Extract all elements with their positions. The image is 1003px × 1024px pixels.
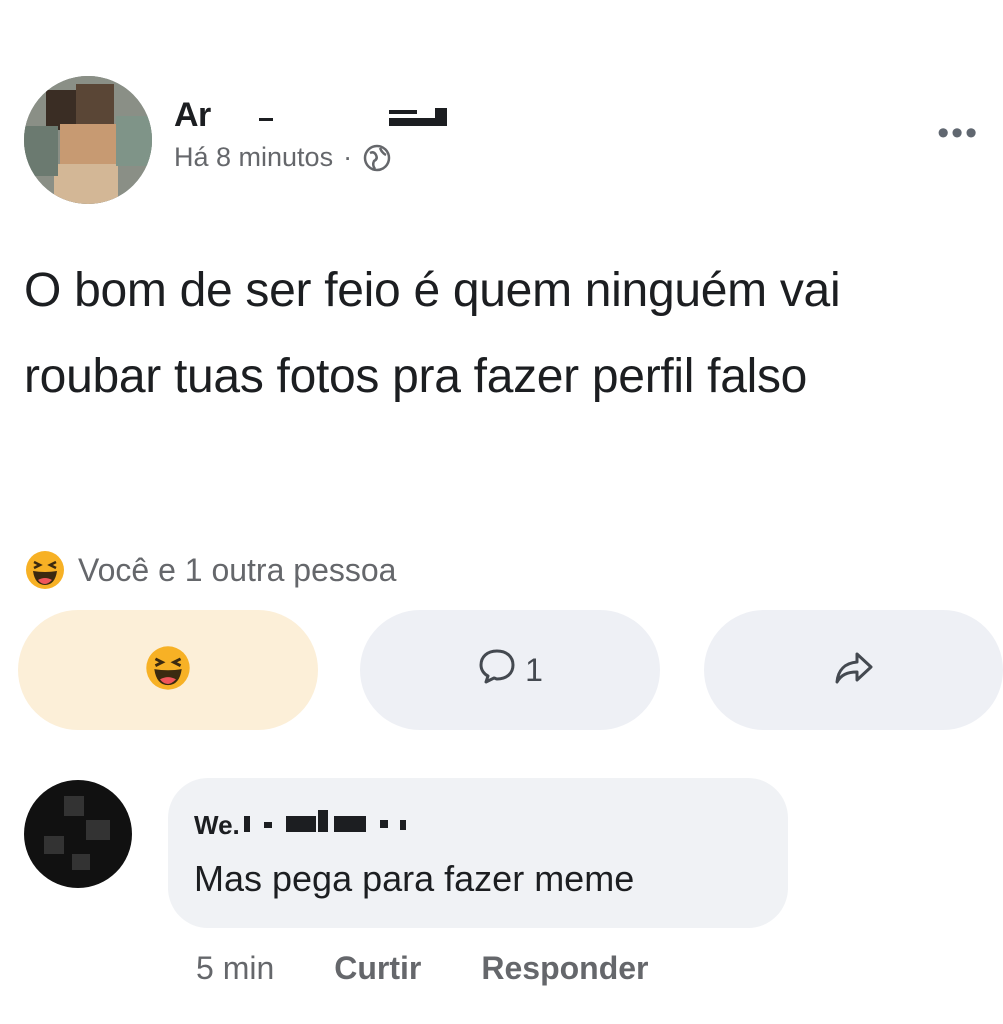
- author-name-redacted: [239, 106, 469, 136]
- commenter-name-redacted: [244, 810, 464, 836]
- share-arrow-icon: [833, 648, 875, 693]
- reaction-summary[interactable]: Você e 1 outra pessoa: [24, 546, 396, 594]
- share-button[interactable]: [704, 610, 1003, 730]
- post-action-bar: 1: [18, 610, 1003, 730]
- comment-bubble: We. Mas pega para fazer meme: [168, 778, 788, 928]
- post-text: O bom de ser feio é quem ninguém vai rou…: [24, 264, 841, 403]
- meta-separator: ·: [343, 142, 353, 172]
- comment-text: Mas pega para fazer meme: [194, 858, 635, 899]
- react-button[interactable]: [18, 610, 318, 730]
- haha-emoji-icon: [24, 549, 66, 591]
- commenter-name[interactable]: We.: [194, 810, 240, 841]
- comment-reply-link[interactable]: Responder: [481, 950, 648, 987]
- post-timestamp[interactable]: Há 8 minutos: [174, 142, 333, 173]
- comment-count: 1: [525, 651, 543, 688]
- comment-meta: 5 min Curtir Responder: [196, 950, 649, 987]
- post-meta: Há 8 minutos ·: [174, 142, 392, 173]
- globe-icon: [362, 143, 392, 173]
- comment-time[interactable]: 5 min: [196, 950, 274, 987]
- comment-button[interactable]: 1: [360, 610, 660, 730]
- more-options-icon[interactable]: •••: [937, 114, 979, 153]
- commenter-avatar[interactable]: [24, 780, 132, 888]
- comment-bubble-icon: [477, 646, 517, 694]
- reaction-summary-text: Você e 1 outra pessoa: [78, 551, 397, 588]
- haha-emoji-icon: [144, 644, 192, 697]
- author-avatar[interactable]: [24, 76, 152, 204]
- author-name[interactable]: Ar: [174, 96, 211, 135]
- post-header: Ar Há 8 minutos · •••: [24, 76, 979, 206]
- comment-like-link[interactable]: Curtir: [334, 950, 421, 987]
- comment: We. Mas pega para fazer meme: [24, 778, 984, 938]
